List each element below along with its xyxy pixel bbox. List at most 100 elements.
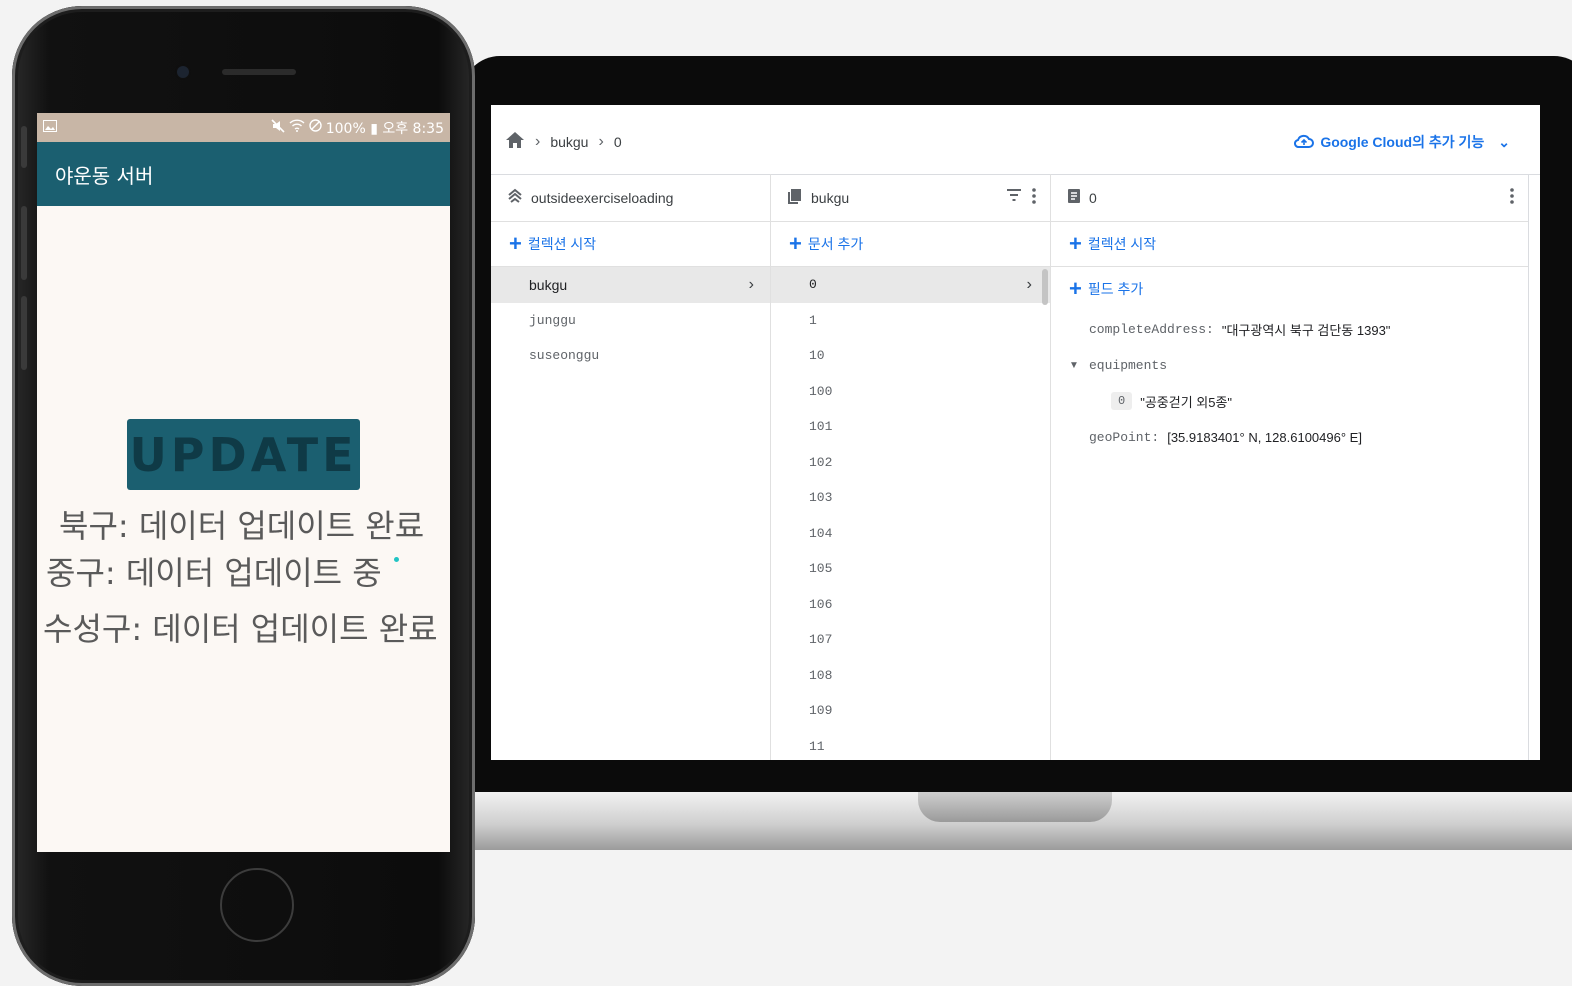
document-id: 0: [809, 277, 817, 293]
field-key: equipments: [1089, 357, 1168, 373]
camera-icon: [177, 66, 189, 78]
collection-name: bukgu: [811, 189, 850, 206]
collection-item-bukgu[interactable]: bukgu ›: [491, 267, 770, 303]
phone-volume-up: [21, 206, 27, 280]
status-line-suseonggu: 수성구: 데이터 업데이트 완료: [43, 610, 438, 648]
mute-icon: [271, 118, 285, 137]
field-value: [35.9183401° N, 128.6100496° E]: [1167, 429, 1362, 445]
document-item[interactable]: 101: [771, 409, 1050, 445]
array-element[interactable]: 0 "공중걷기 외5종": [1051, 383, 1528, 419]
app-title: 야운동 서버: [55, 163, 154, 188]
field-key: completeAddress:: [1089, 321, 1214, 337]
root-panel-header: outsideexerciseloading: [491, 174, 770, 222]
status-text: 100% ▮ 오후 8:35: [325, 120, 444, 137]
expand-arrow-icon[interactable]: ▼: [1069, 360, 1079, 371]
phone-volume-down: [21, 296, 27, 370]
breadcrumb-document[interactable]: 0: [614, 134, 622, 150]
collection-item-suseonggu[interactable]: suseonggu: [491, 338, 770, 374]
collection-item-junggu[interactable]: junggu: [491, 303, 770, 339]
cloud-icon: [1294, 134, 1315, 151]
add-field-button[interactable]: + 필드 추가: [1051, 267, 1528, 311]
chevron-right-icon: ›: [598, 132, 604, 150]
breadcrumb: › bukgu › 0: [505, 131, 622, 152]
breadcrumb-collection[interactable]: bukgu: [550, 134, 588, 150]
document-id: 10: [809, 348, 825, 364]
add-document-label: 문서 추가: [807, 236, 864, 252]
start-subcollection-button[interactable]: + 컬렉션 시작: [1051, 222, 1528, 267]
plus-icon: +: [789, 231, 802, 256]
field-geoPoint[interactable]: geoPoint: [35.9183401° N, 128.6100496° E…: [1051, 419, 1528, 455]
status-line-junggu: 중구: 데이터 업데이트 중: [46, 554, 382, 592]
document-id: 11: [809, 738, 825, 754]
document-id: 109: [809, 703, 833, 719]
speaker-grille: [222, 69, 296, 75]
collection-label: bukgu: [529, 276, 568, 293]
array-index: 0: [1111, 392, 1133, 410]
app-bar: 야운동 서버: [37, 142, 450, 206]
document-id: 103: [809, 490, 833, 506]
add-document-button[interactable]: + 문서 추가: [771, 222, 1050, 267]
chevron-down-icon: ⌄: [1498, 133, 1510, 150]
image-icon: [43, 119, 57, 136]
status-bar: 100% ▮ 오후 8:35: [37, 113, 450, 142]
document-panel: 0 + 컬렉션 시작 + 필드 추가 completeAddress: "대구광…: [1051, 174, 1528, 760]
scrollbar[interactable]: [1042, 269, 1048, 305]
laptop-notch: [918, 792, 1112, 822]
field-equipments[interactable]: ▼ equipments: [1051, 347, 1528, 383]
project-icon: [507, 188, 523, 207]
document-item[interactable]: 104: [771, 516, 1050, 552]
plus-icon: +: [509, 231, 522, 256]
document-item[interactable]: 10: [771, 338, 1050, 374]
document-item[interactable]: 103: [771, 480, 1050, 516]
field-value: "대구광역시 북구 검단동 1393": [1221, 322, 1391, 338]
status-line-bukgu: 북구: 데이터 업데이트 완료: [59, 507, 425, 545]
google-cloud-label: Google Cloud의 추가 기능: [1320, 134, 1485, 150]
update-button[interactable]: UPDATE: [127, 419, 360, 490]
collection-label: junggu: [529, 312, 576, 328]
document-item[interactable]: 100: [771, 374, 1050, 410]
document-id: 106: [809, 596, 833, 612]
document-item[interactable]: 11: [771, 729, 1050, 761]
project-name: outsideexerciseloading: [531, 189, 674, 206]
collection-panel: bukgu + 문서 추가 0 › 1 10 100 101 102 103 1…: [771, 174, 1051, 760]
root-panel: outsideexerciseloading + 컬렉션 시작 bukgu › …: [491, 174, 771, 760]
plus-icon: +: [1069, 276, 1082, 301]
document-item[interactable]: 105: [771, 551, 1050, 587]
phone-mute-switch: [21, 126, 27, 168]
start-collection-button[interactable]: + 컬렉션 시작: [491, 222, 770, 267]
filter-icon[interactable]: [1006, 188, 1022, 207]
document-icon: [1067, 188, 1081, 207]
field-completeAddress[interactable]: completeAddress: "대구광역시 북구 검단동 1393": [1051, 311, 1528, 347]
google-cloud-link[interactable]: Google Cloud의 추가 기능 ⌄: [1294, 132, 1510, 152]
status-right: 100% ▮ 오후 8:35: [271, 118, 444, 138]
document-id: 108: [809, 667, 833, 683]
document-item[interactable]: 108: [771, 658, 1050, 694]
data-panels: outsideexerciseloading + 컬렉션 시작 bukgu › …: [491, 174, 1529, 760]
document-id: 100: [809, 383, 833, 399]
document-name: 0: [1089, 189, 1097, 206]
progress-dot: [394, 557, 399, 562]
chevron-right-icon: ›: [535, 132, 541, 150]
document-item[interactable]: 106: [771, 587, 1050, 623]
document-id: 102: [809, 454, 833, 470]
start-collection-label: 컬렉션 시작: [1087, 236, 1157, 252]
plus-icon: +: [1069, 231, 1082, 256]
collection-icon: [787, 188, 803, 207]
field-value: "공중걷기 외5종": [1140, 394, 1233, 410]
more-vert-icon[interactable]: [1032, 188, 1036, 207]
home-icon[interactable]: [505, 131, 525, 152]
home-button[interactable]: [220, 868, 294, 942]
document-item[interactable]: 102: [771, 445, 1050, 481]
field-key: geoPoint:: [1089, 429, 1160, 445]
phone-screen: 100% ▮ 오후 8:35 야운동 서버 UPDATE 북구: 데이터 업데이…: [37, 113, 450, 852]
console-topbar: › bukgu › 0 Google Cloud의 추가 기능 ⌄: [491, 105, 1540, 175]
document-item[interactable]: 109: [771, 693, 1050, 729]
block-icon: [309, 119, 322, 136]
document-item[interactable]: 107: [771, 622, 1050, 658]
start-collection-label: 컬렉션 시작: [527, 236, 597, 252]
document-item[interactable]: 1: [771, 303, 1050, 339]
chevron-right-icon: ›: [1024, 275, 1034, 294]
document-panel-header: 0: [1051, 174, 1528, 222]
more-vert-icon[interactable]: [1510, 188, 1514, 207]
document-item[interactable]: 0 ›: [771, 267, 1050, 303]
